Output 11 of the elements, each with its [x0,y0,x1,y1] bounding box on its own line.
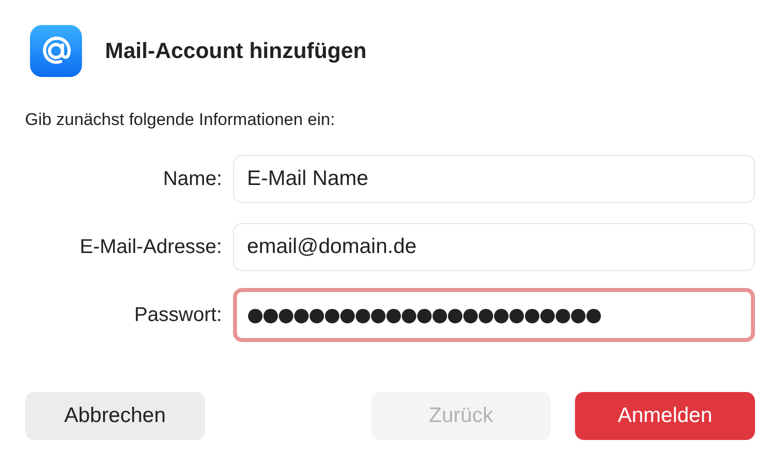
field-label: E-Mail-Adresse: [78,236,222,258]
input-field[interactable]: email@domain.de [233,223,755,271]
input-field[interactable]: E-Mail Name [233,155,755,203]
at-sign-icon [30,25,82,77]
instruction-text: Gib zunächst folgende Informationen ein: [25,110,336,130]
input-field[interactable]: ●●●●●●●●●●●●●●●●●●●●●●● [233,288,755,342]
cancel-button[interactable]: Abbrechen [25,392,205,440]
sign-in-button[interactable]: Anmelden [575,392,755,440]
field-label: Name: [162,168,222,190]
field-label: Passwort: [133,304,222,326]
dialog-title: Mail-Account hinzufügen [105,38,367,64]
